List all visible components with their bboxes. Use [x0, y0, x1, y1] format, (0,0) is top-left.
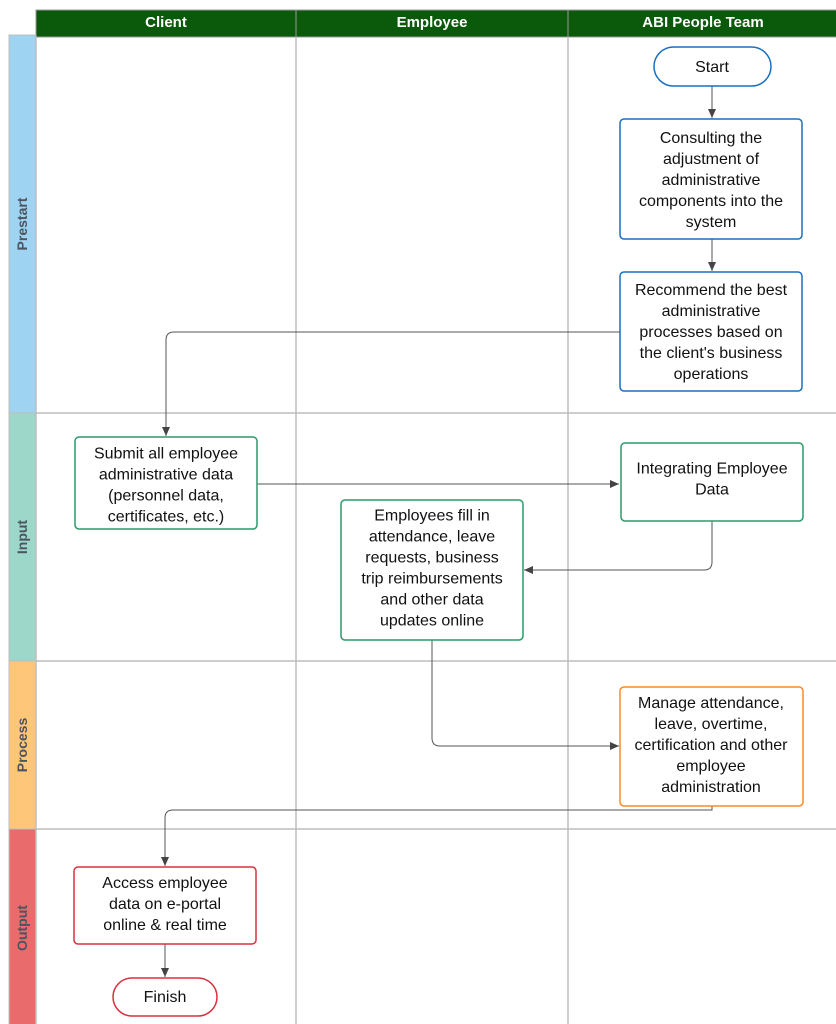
column-label: Employee: [397, 14, 468, 31]
node-text-line: Start: [695, 59, 729, 76]
node-text-line: leave, overtime,: [655, 716, 768, 733]
node-text-line: Manage attendance,: [638, 695, 784, 712]
lane-label: Output: [14, 905, 30, 951]
node-text-line: attendance, leave: [369, 529, 495, 546]
connector: [524, 521, 713, 574]
node-text-line: trip reimbursements: [361, 571, 502, 588]
column-label: Client: [145, 14, 187, 31]
lane-label: Input: [14, 520, 30, 555]
column-headers: Client Employee ABI People Team: [35, 9, 836, 38]
node-text-line: processes based on: [639, 324, 782, 341]
node-text-line: adjustment of: [663, 151, 760, 168]
node-text-line: Recommend the best: [635, 282, 788, 299]
access-label: Access employee data on e-portal online & …: [102, 875, 227, 934]
node-text-line: Access employee: [102, 875, 227, 892]
node-text-line: Finish: [144, 989, 187, 1006]
connector: [431, 640, 619, 750]
connector: [162, 331, 620, 436]
node-text-line: updates online: [380, 613, 484, 630]
node-text-line: the client's business: [640, 345, 783, 362]
start-label: Start: [695, 59, 729, 76]
connector: [161, 806, 713, 866]
column-label: ABI People Team: [642, 14, 763, 31]
node-text-line: operations: [674, 366, 749, 383]
node-text-line: online & real time: [103, 917, 227, 934]
node-text-line: Data: [695, 482, 729, 499]
node-text-line: Employees fill in: [374, 508, 490, 525]
node-text-line: administrative: [662, 303, 761, 320]
node-text-line: administration: [661, 779, 761, 796]
node-text-line: administrative: [662, 172, 761, 189]
lane-label: Prestart: [14, 197, 30, 250]
lane-label: Process: [14, 718, 30, 773]
node-text-line: Integrating Employee: [636, 461, 787, 478]
node-text-line: (personnel data,: [108, 488, 224, 505]
node-text-line: certificates, etc.): [108, 509, 224, 526]
node-text-line: administrative data: [99, 467, 233, 484]
node-text-line: and other data: [380, 592, 483, 609]
node-text-line: Consulting the: [660, 130, 762, 147]
finish-label: Finish: [144, 989, 187, 1006]
node-text-line: data on e-portal: [109, 896, 221, 913]
swimlane-diagram: Client Employee ABI People Team Prestart…: [8, 9, 836, 1024]
nodes: Start Consulting the adjustment of adminis…: [73, 46, 804, 1017]
node-text-line: requests, business: [365, 550, 498, 567]
node-text-line: components into the: [639, 193, 783, 210]
lane-labels: Prestart Input Process Output: [8, 34, 37, 1024]
node-text-line: Submit all employee: [94, 446, 238, 463]
node-text-line: employee: [676, 758, 745, 775]
node-text-line: system: [686, 214, 737, 231]
node-text-line: certification and other: [635, 737, 789, 754]
